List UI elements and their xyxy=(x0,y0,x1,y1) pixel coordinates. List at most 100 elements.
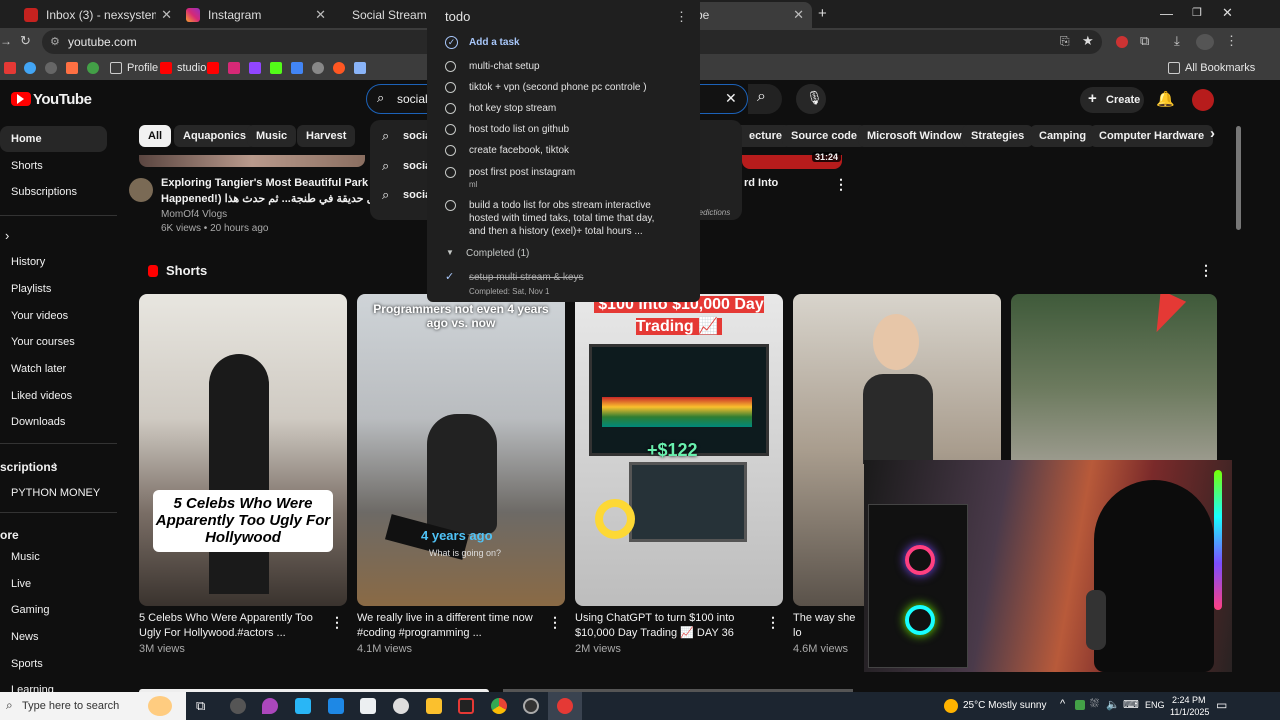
chip-source-code[interactable]: Source code xyxy=(782,125,867,147)
bookmark-studio[interactable]: studio xyxy=(160,60,206,76)
reload-icon[interactable]: ↻ xyxy=(20,33,31,49)
sidebar-item-playlists[interactable]: Playlists xyxy=(11,283,51,295)
sidebar-item-music[interactable]: Music xyxy=(11,551,40,563)
task-checkbox[interactable] xyxy=(445,124,456,135)
subscriptions-header[interactable]: scriptions xyxy=(0,460,57,474)
task-checkbox[interactable] xyxy=(445,82,456,93)
app-icon[interactable] xyxy=(295,698,311,714)
site-info-icon[interactable]: ⚙ xyxy=(50,30,60,54)
task-checkbox[interactable] xyxy=(445,167,456,178)
create-button[interactable]: + Create xyxy=(1080,87,1144,113)
twitch-icon[interactable] xyxy=(249,62,261,74)
chip-camping[interactable]: Camping xyxy=(1030,125,1096,147)
instagram-icon[interactable] xyxy=(228,62,240,74)
chevron-right-icon[interactable]: › xyxy=(5,228,9,243)
channel-avatar[interactable] xyxy=(129,178,153,202)
openai-icon[interactable] xyxy=(312,62,324,74)
weather-sun-icon[interactable] xyxy=(944,699,958,713)
extension-icon[interactable] xyxy=(1116,36,1128,48)
add-task-button[interactable]: ✓ Add a task xyxy=(445,36,685,52)
chip-aquaponics[interactable]: Aquaponics xyxy=(174,125,255,147)
app-icon[interactable] xyxy=(393,698,409,714)
short-title[interactable]: 5 Celebs Who Were Apparently Too Ugly Fo… xyxy=(139,611,324,641)
close-tab-icon[interactable]: ✕ xyxy=(793,7,804,23)
short-title[interactable]: Using ChatGPT to turn $100 into $10,000 … xyxy=(575,611,760,641)
sidebar-item-watch-later[interactable]: Watch later xyxy=(11,363,66,375)
sidebar-item-your-videos[interactable]: Your videos xyxy=(11,310,68,322)
tray-app-icon[interactable]: ⛆ xyxy=(1090,698,1099,711)
app-icon[interactable] xyxy=(458,698,474,714)
language-indicator[interactable]: ENG xyxy=(1145,700,1165,710)
app-icon[interactable] xyxy=(523,698,539,714)
tab-social-stream[interactable]: Social Stream Ninja xyxy=(334,2,457,28)
gitlab-icon[interactable] xyxy=(66,62,78,74)
tab-youtube[interactable]: be ✕ xyxy=(690,2,812,28)
bookmark-icon[interactable] xyxy=(24,62,36,74)
sidebar-item-gaming[interactable]: Gaming xyxy=(11,604,50,616)
app-icon[interactable] xyxy=(262,698,278,714)
chip-music[interactable]: Music xyxy=(247,125,297,147)
checkmark-icon[interactable]: ✓ xyxy=(445,270,454,283)
task-checkbox[interactable] xyxy=(445,61,456,72)
chip-microsoft-windows[interactable]: Microsoft Windows xyxy=(858,125,977,147)
chrome-icon[interactable] xyxy=(491,698,507,714)
tab-instagram[interactable]: Instagram ✕ xyxy=(176,2,334,28)
new-tab-icon[interactable]: + xyxy=(818,5,827,22)
restore-icon[interactable]: ❐ xyxy=(1192,6,1202,19)
avatar[interactable] xyxy=(1192,89,1214,111)
search-button[interactable]: ⌕ xyxy=(748,84,782,114)
claude-icon[interactable] xyxy=(333,62,345,74)
chevron-right-icon[interactable]: › xyxy=(53,457,57,472)
close-tab-icon[interactable]: ✕ xyxy=(315,7,326,23)
clock-time[interactable]: 2:24 PM xyxy=(1172,695,1206,705)
minimize-icon[interactable]: — xyxy=(1160,6,1173,21)
video-title-right[interactable]: rd Into xyxy=(744,177,778,189)
video-title-line1[interactable]: Exploring Tangier's Most Beautiful Park … xyxy=(161,177,388,189)
voice-search-button[interactable]: 🎙 xyxy=(796,84,826,114)
bookmark-star-icon[interactable]: ★ xyxy=(1082,33,1094,49)
sidebar-item-liked-videos[interactable]: Liked videos xyxy=(11,390,72,402)
short-thumbnail[interactable]: Programmers not even 4 years ago vs. now… xyxy=(357,294,565,606)
report-predictions-link[interactable]: redictions xyxy=(696,208,730,217)
chip-harvest[interactable]: Harvest xyxy=(297,125,356,147)
profile-avatar[interactable] xyxy=(1196,34,1214,50)
sidebar-item-python-money[interactable]: PYTHON MONEY xyxy=(11,487,100,499)
menu-kebab-icon[interactable]: ⋮ xyxy=(1225,33,1238,49)
back-icon[interactable]: → xyxy=(0,34,12,48)
shorts-more-icon[interactable]: ⋮ xyxy=(1199,262,1213,279)
extensions-puzzle-icon[interactable]: ⧉ xyxy=(1140,33,1149,49)
todo-menu-icon[interactable]: ⋮ xyxy=(675,9,688,25)
short-more-icon[interactable]: ⋮ xyxy=(766,614,780,631)
short-title[interactable]: We really live in a different time now #… xyxy=(357,611,542,641)
obs-icon[interactable] xyxy=(230,698,246,714)
docs-icon[interactable] xyxy=(291,62,303,74)
video-thumbnail[interactable] xyxy=(139,155,365,167)
sidebar-item-news[interactable]: News xyxy=(11,631,39,643)
kick-icon[interactable] xyxy=(270,62,282,74)
short-more-icon[interactable]: ⋮ xyxy=(548,614,562,631)
youtube-icon[interactable] xyxy=(207,62,219,74)
file-explorer-icon[interactable] xyxy=(426,698,442,714)
chip-all[interactable]: All xyxy=(139,125,172,147)
tab-gmail[interactable]: Inbox (3) - nexsystems.inc@gm ✕ xyxy=(14,2,180,28)
all-bookmarks[interactable]: All Bookmarks xyxy=(1168,60,1255,76)
task-view-icon[interactable]: ⧉ xyxy=(196,698,205,714)
bookmark-icon[interactable] xyxy=(4,62,16,74)
close-tab-icon[interactable]: ✕ xyxy=(161,7,172,23)
app-icon[interactable] xyxy=(557,698,573,714)
sidebar-item-sports[interactable]: Sports xyxy=(11,658,43,670)
chips-next-chevron-icon[interactable]: › xyxy=(1210,125,1215,142)
completed-toggle[interactable]: ▼ Completed (1) xyxy=(445,248,645,262)
clock-date[interactable]: 11/1/2025 xyxy=(1170,707,1209,717)
sidebar-item-learning[interactable]: Learning xyxy=(11,684,54,692)
sidebar-item-shorts[interactable]: Shorts xyxy=(11,160,43,172)
volume-icon[interactable]: 🔈 xyxy=(1106,698,1120,711)
weather-text[interactable]: 25°C Mostly sunny xyxy=(963,700,1046,711)
download-icon[interactable]: ⤓ xyxy=(1174,33,1180,49)
task-checkbox[interactable] xyxy=(445,103,456,114)
notification-center-icon[interactable]: ▭ xyxy=(1216,698,1227,712)
install-icon[interactable]: ⎘ xyxy=(1060,34,1070,49)
sidebar-item-history[interactable]: History xyxy=(11,256,45,268)
video-channel[interactable]: MomOf4 Vlogs xyxy=(161,209,227,220)
video-title-line2[interactable]: Happened!) أجمل حديقة في طنجة... ثم حدث … xyxy=(161,192,395,205)
